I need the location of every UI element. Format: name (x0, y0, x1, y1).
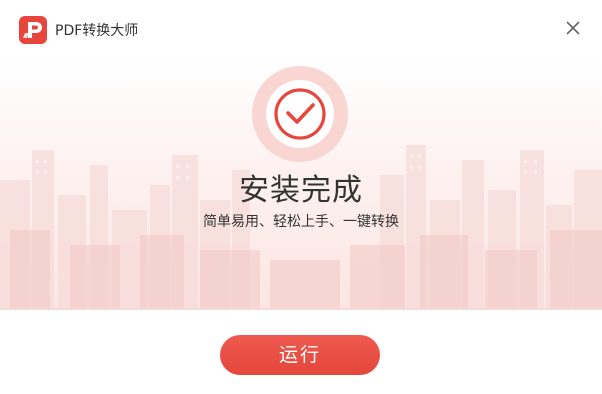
status-headline: 安装完成 (239, 173, 363, 208)
skyline-divider (0, 308, 602, 310)
success-badge (252, 66, 348, 162)
app-title: PDF转换大师 (55, 23, 139, 39)
title-bar[interactable]: PDF转换大师 (0, 0, 602, 60)
app-logo-icon (19, 16, 47, 44)
installer-window: PDF转换大师 安装完成 简单易用、轻松上手、一键转换 运行 (0, 0, 602, 394)
check-circle-icon (274, 88, 326, 140)
close-button[interactable] (562, 17, 584, 39)
close-icon (566, 21, 580, 35)
status-subline: 简单易用、轻松上手、一键转换 (203, 214, 399, 230)
run-button[interactable]: 运行 (220, 335, 380, 375)
